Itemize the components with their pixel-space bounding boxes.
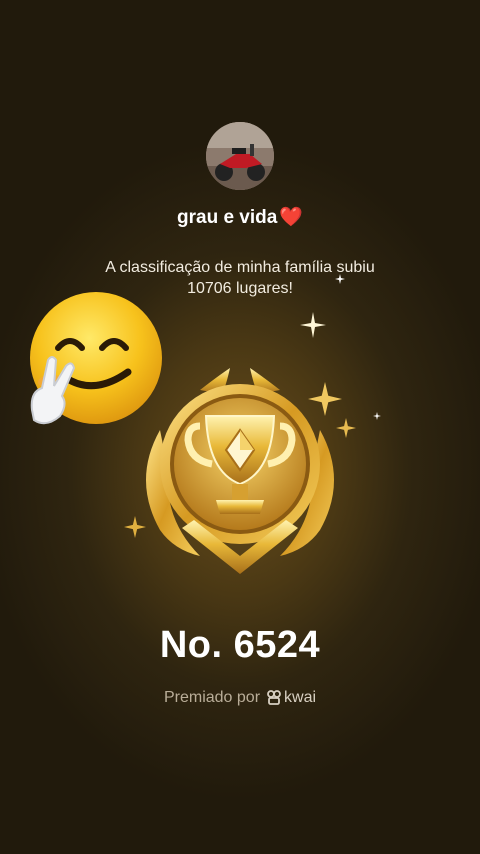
gold-trophy-medal-icon (146, 368, 334, 574)
username: grau e vida ❤️ (0, 205, 480, 229)
heart-icon: ❤️ (279, 207, 303, 228)
announcement-line-1: A classificação de minha família subiu (105, 259, 375, 276)
rank-number: No. 6524 (159, 624, 321, 666)
sparkle-icon (335, 274, 345, 284)
sparkle-icon (373, 412, 381, 420)
username-text: grau e vida (177, 207, 278, 228)
sparkle-icon (300, 312, 326, 338)
avatar-photo (206, 122, 274, 190)
awarded-by: Premiado por kwai (0, 689, 480, 707)
kwai-brand-label: kwai (284, 689, 317, 706)
kwai-logo-icon (267, 690, 281, 705)
kwai-brand[interactable]: kwai (266, 689, 316, 706)
awarded-by-label: Premiado por (163, 689, 261, 706)
avatar[interactable] (206, 122, 274, 190)
